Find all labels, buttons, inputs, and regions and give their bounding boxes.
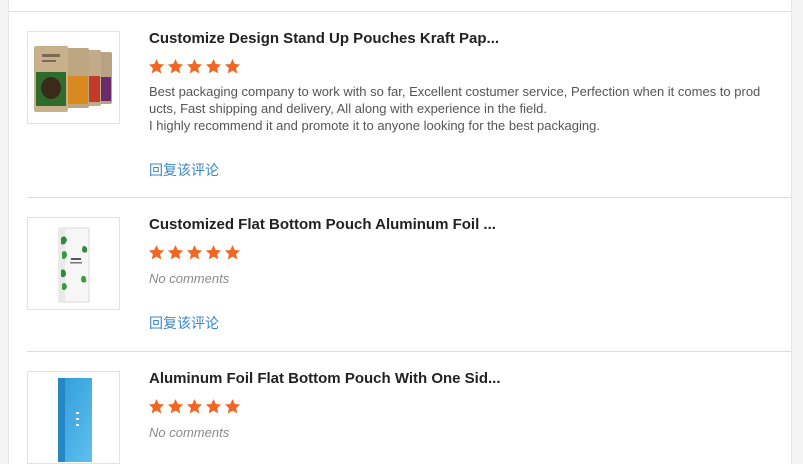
star-icon — [186, 399, 203, 414]
star-icon — [148, 399, 165, 414]
star-icon — [205, 399, 222, 414]
star-icon — [167, 399, 184, 414]
reviews-panel: Customize Design Stand Up Pouches Kraft … — [8, 0, 792, 464]
review-comment: No comments — [149, 425, 230, 440]
star-rating — [148, 398, 241, 415]
blue-foil-pouch-image[interactable] — [27, 371, 120, 464]
review-product-title[interactable]: Aluminum Foil Flat Bottom Pouch With One… — [149, 370, 501, 387]
review-item: Aluminum Foil Flat Bottom Pouch With One… — [27, 0, 791, 464]
star-icon — [224, 399, 241, 414]
